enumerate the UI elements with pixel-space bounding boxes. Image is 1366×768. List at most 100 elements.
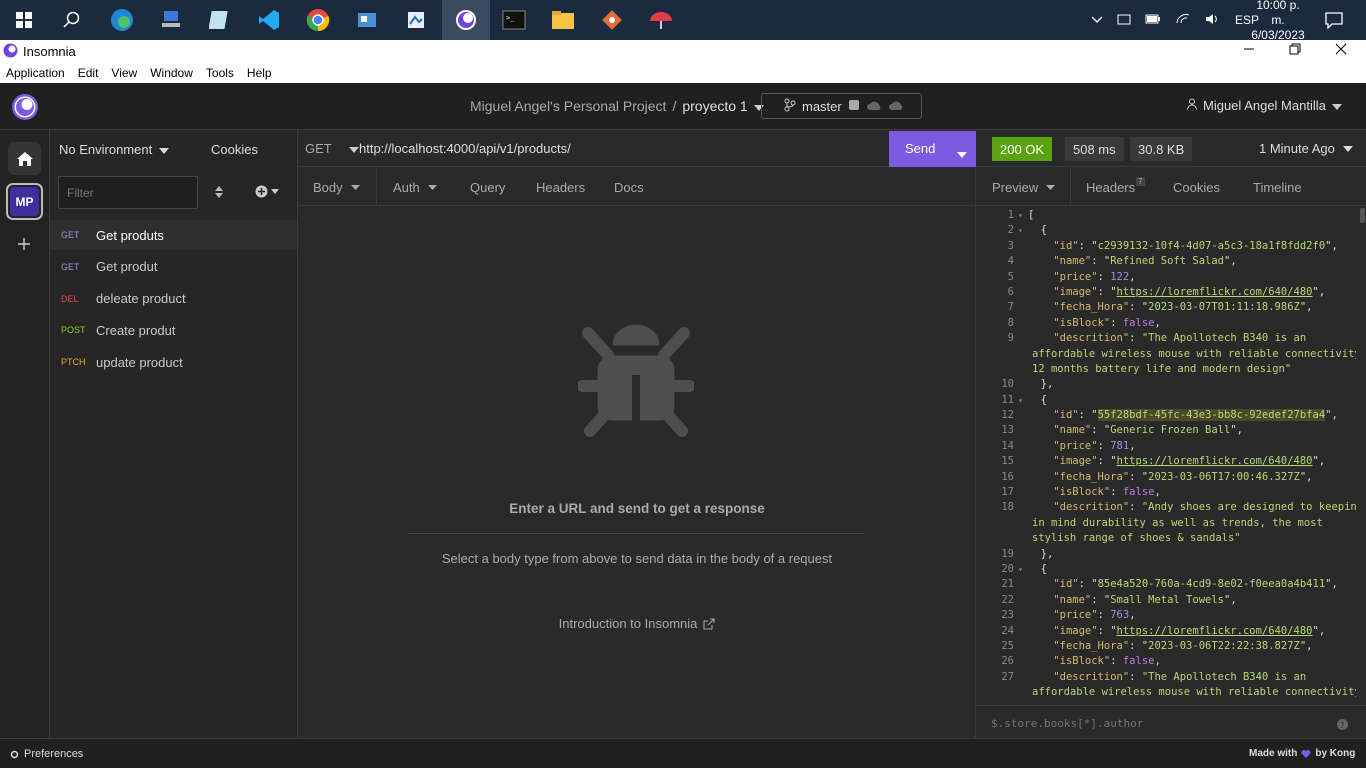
environment-selector[interactable]: No Environment (59, 142, 170, 157)
windows-start-icon[interactable] (8, 4, 40, 36)
volume-icon[interactable] (1205, 13, 1221, 28)
menu-application[interactable]: Application (6, 66, 65, 80)
tab-query[interactable]: Query (470, 168, 505, 206)
plus-circle-icon (255, 185, 268, 198)
cloud-download-icon[interactable] (866, 99, 882, 114)
breadcrumb: Miguel Angel's Personal Project / proyec… (470, 98, 764, 114)
code-line: 25 "fecha_Hora": "2023-03-06T22:22:38.82… (976, 639, 1356, 654)
code-line: 2 ▾ { (976, 223, 1356, 238)
menu-view[interactable]: View (111, 66, 137, 80)
request-item[interactable]: POST Create produt (50, 315, 297, 345)
code-line: 4 "name": "Refined Soft Salad", (976, 254, 1356, 269)
add-project-icon[interactable] (17, 237, 31, 256)
paint-app-icon[interactable] (400, 4, 432, 36)
code-line: 7 "fecha_Hora": "2023-03-07T01:11:18.986… (976, 300, 1356, 315)
breadcrumb-project[interactable]: Miguel Angel's Personal Project (470, 98, 666, 114)
search-icon[interactable] (56, 4, 88, 36)
tab-body[interactable]: Body (298, 168, 377, 206)
request-item[interactable]: GET Get produt (50, 252, 297, 282)
line-number: 17 (1001, 486, 1014, 499)
chevron-down-icon (1342, 145, 1353, 152)
help-icon[interactable]: ? (1337, 717, 1348, 735)
request-name: Get produts (96, 227, 164, 243)
scrollbar-thumb[interactable] (1360, 208, 1365, 223)
wifi-icon[interactable] (1175, 13, 1191, 28)
send-button[interactable]: Send (905, 141, 935, 156)
tab-preview[interactable]: Preview (976, 168, 1071, 206)
menu-window[interactable]: Window (150, 66, 193, 80)
by-kong-label: by Kong (1315, 748, 1356, 759)
fold-icon[interactable]: ▾ (1018, 208, 1028, 223)
edge-icon[interactable] (106, 4, 138, 36)
file-explorer-icon[interactable] (547, 4, 579, 36)
git-branch-button[interactable]: master (761, 93, 922, 119)
network-app-icon[interactable] (155, 4, 187, 36)
insomnia-taskbar-icon[interactable] (442, 0, 490, 40)
request-item[interactable]: PTCH update product (50, 347, 297, 377)
close-icon[interactable] (1335, 43, 1347, 58)
vscode-icon[interactable] (253, 4, 285, 36)
made-with-kong[interactable]: Made with by Kong (1249, 748, 1355, 759)
line-number: 13 (1001, 424, 1014, 437)
filter-input[interactable] (58, 176, 198, 209)
fold-icon[interactable]: ▾ (1018, 562, 1028, 577)
tab-auth[interactable]: Auth (393, 168, 437, 206)
restore-icon[interactable] (1289, 43, 1301, 58)
menu-edit[interactable]: Edit (78, 66, 99, 80)
notifications-icon[interactable] (1318, 4, 1350, 36)
chevron-up-icon[interactable] (1091, 13, 1103, 27)
tab-timeline[interactable]: Timeline (1253, 168, 1302, 206)
insomnia-home-logo-icon[interactable] (11, 93, 39, 126)
umbrella-app-icon[interactable] (645, 4, 677, 36)
line-number: 2 (1007, 224, 1014, 237)
json-value: 781 (1110, 439, 1130, 452)
home-button[interactable] (8, 142, 41, 175)
line-number: 15 (1001, 455, 1014, 468)
contacts-app-icon[interactable] (351, 4, 383, 36)
request-method-badge: PTCH (61, 357, 86, 368)
tab-response-cookies[interactable]: Cookies (1173, 168, 1220, 206)
history-selector[interactable]: 1 Minute Ago (1259, 141, 1353, 156)
code-line: 22 "name": "Small Metal Towels", (976, 593, 1356, 608)
method-selector[interactable]: GET (305, 141, 359, 156)
headers-count-badge: 7 (1136, 176, 1145, 186)
environment-label: No Environment (59, 142, 153, 157)
response-filter-input[interactable] (984, 714, 1324, 732)
line-number: 7 (1007, 301, 1014, 314)
request-method-badge: GET (61, 261, 80, 272)
code-line: 16 "fecha_Hora": "2023-03-06T17:00:46.32… (976, 470, 1356, 485)
status-badge: 200 OK (992, 137, 1053, 161)
history-label: 1 Minute Ago (1259, 141, 1335, 156)
menu-tools[interactable]: Tools (206, 66, 234, 80)
request-item[interactable]: DEL deleate product (50, 284, 297, 314)
user-menu[interactable]: Miguel Angel Mantilla (1187, 98, 1342, 113)
request-item[interactable]: GET Get produts (50, 220, 297, 250)
add-request-button[interactable] (255, 185, 279, 198)
chrome-icon[interactable] (302, 4, 334, 36)
menu-bar: Application Edit View Window Tools Help (0, 62, 1366, 83)
clock[interactable]: 10:00 p. m. 6/03/2023 (1249, 0, 1307, 42)
fold-icon[interactable]: ▾ (1018, 223, 1028, 238)
meet-now-icon[interactable] (1117, 12, 1131, 29)
battery-icon[interactable] (1145, 13, 1161, 27)
project-avatar-button[interactable]: MP (6, 183, 43, 220)
url-input[interactable]: http://localhost:4000/api/v1/products/ (359, 141, 571, 156)
menu-help[interactable]: Help (247, 66, 272, 80)
tab-docs[interactable]: Docs (614, 168, 644, 206)
fold-icon[interactable]: ▾ (1018, 393, 1028, 408)
breadcrumb-collection[interactable]: proyecto 1 (682, 98, 747, 114)
chevron-down-icon[interactable] (957, 146, 967, 161)
tab-response-headers[interactable]: Headers 7 (1086, 168, 1145, 206)
notes-app-icon[interactable] (204, 4, 236, 36)
cookies-button[interactable]: Cookies (211, 142, 258, 157)
preferences-button[interactable]: Preferences (10, 748, 83, 760)
minimize-icon[interactable] (1243, 43, 1255, 58)
tab-preview-label: Preview (992, 179, 1039, 195)
cloud-upload-icon[interactable] (888, 99, 904, 114)
tab-headers[interactable]: Headers (536, 168, 585, 206)
terminal-icon[interactable]: >_ (498, 4, 530, 36)
intro-link[interactable]: Introduction to Insomnia (298, 616, 976, 631)
json-value: "The Apollotech B340 is an (1141, 670, 1307, 683)
git-app-icon[interactable] (596, 4, 628, 36)
sort-icon[interactable] (215, 185, 223, 204)
